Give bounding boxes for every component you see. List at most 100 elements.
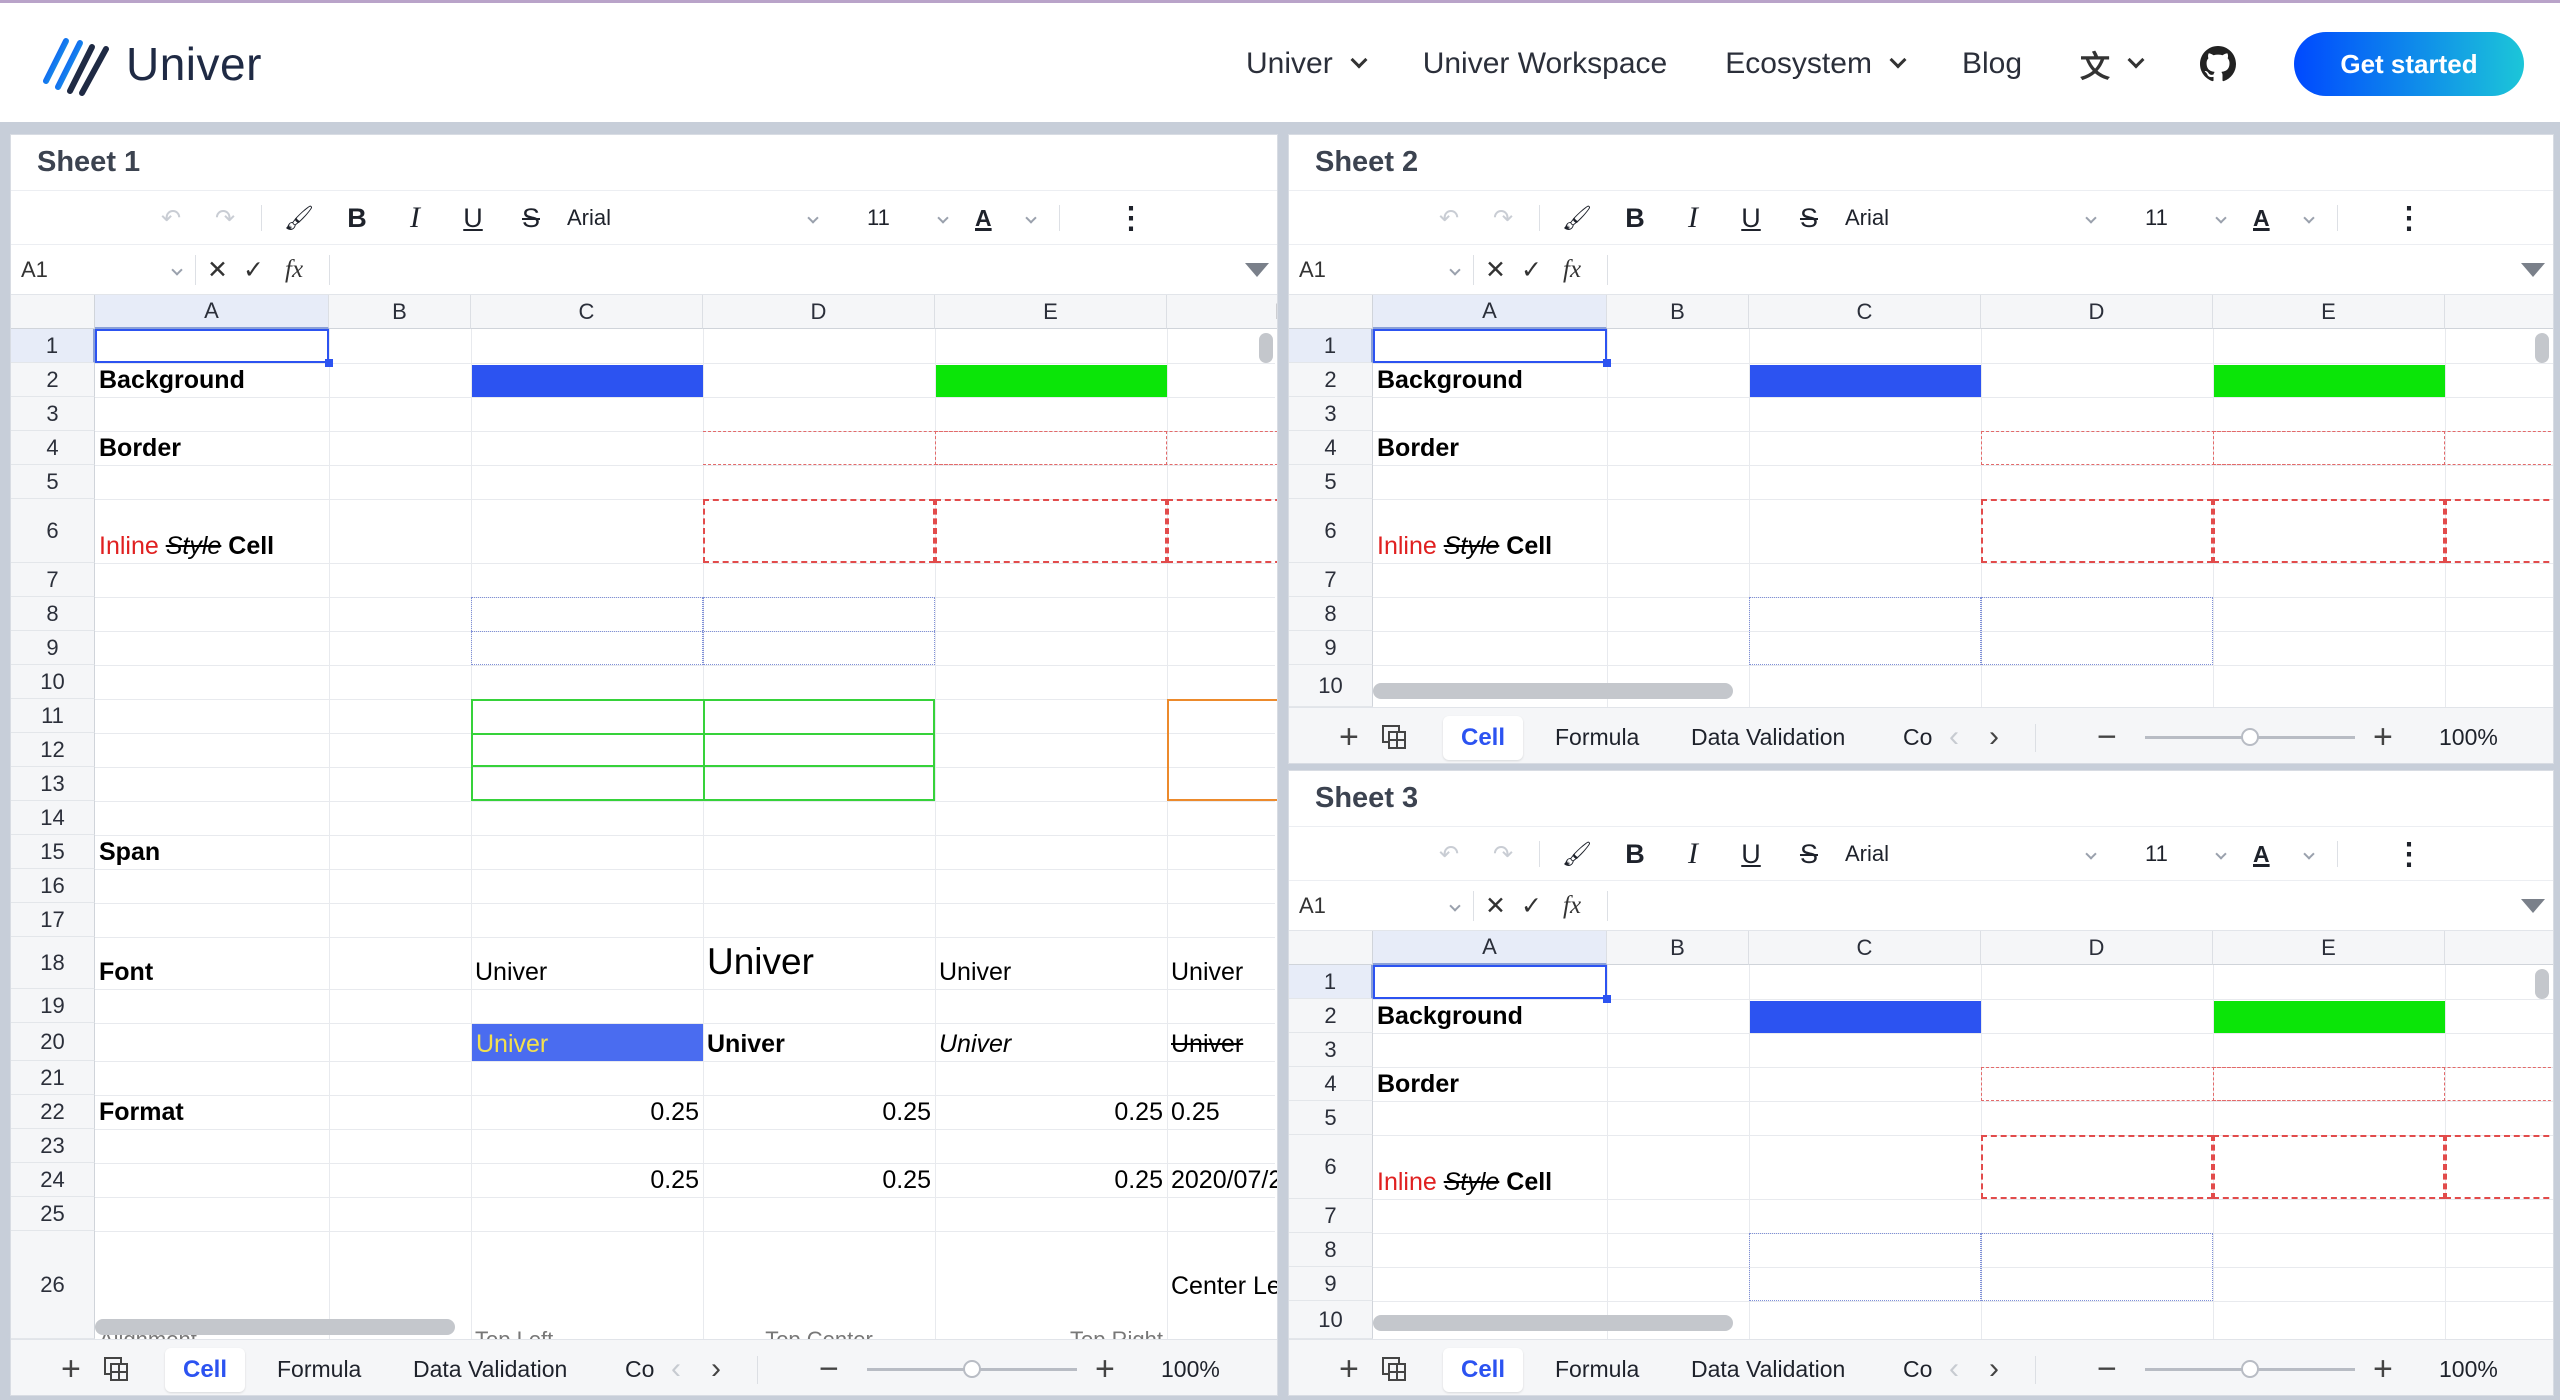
format-painter-icon[interactable]: 🖌 xyxy=(1557,827,1597,881)
sheet-grid[interactable]: A B C D E F 1 2 3 4 5 6 7 8 9 10 11 12 1… xyxy=(11,295,1277,1339)
row-header[interactable]: 6 xyxy=(1289,1135,1373,1199)
row-header[interactable]: 10 xyxy=(1289,665,1373,707)
tab-formula[interactable]: Formula xyxy=(1555,708,1639,763)
cell-d22[interactable]: 0.25 xyxy=(703,1095,935,1129)
green-fill-cell[interactable] xyxy=(2214,1001,2445,1033)
bold-icon[interactable]: B xyxy=(1615,827,1655,881)
row-header[interactable]: 4 xyxy=(1289,1067,1373,1101)
expand-formula-icon[interactable] xyxy=(2521,263,2545,277)
text-color-icon[interactable]: A xyxy=(975,191,1037,245)
function-icon[interactable]: fx xyxy=(1563,245,1581,295)
function-icon[interactable]: fx xyxy=(1563,881,1581,931)
undo-icon[interactable]: ↶ xyxy=(1429,827,1469,881)
row-header[interactable]: 5 xyxy=(1289,1101,1373,1135)
blue-fill-cell[interactable] xyxy=(1750,1001,1981,1033)
row-header[interactable]: 15 xyxy=(11,835,95,869)
font-size-select[interactable]: 11 xyxy=(2145,827,2227,881)
row-header[interactable]: 21 xyxy=(11,1061,95,1095)
row-header[interactable]: 14 xyxy=(11,801,95,835)
column-header-d[interactable]: D xyxy=(1981,931,2213,965)
scroll-tabs-right-icon[interactable]: › xyxy=(1989,1340,1999,1395)
expand-formula-icon[interactable] xyxy=(1245,263,1269,277)
green-fill-cell[interactable] xyxy=(2214,365,2445,397)
zoom-slider-knob[interactable] xyxy=(963,1360,981,1378)
vertical-scrollbar[interactable] xyxy=(2535,333,2549,363)
sheet-grid[interactable]: A B C D E F 1 2 3 4 5 6 7 8 9 10 xyxy=(1289,931,2553,1339)
row-header[interactable]: 22 xyxy=(11,1095,95,1129)
text-color-icon[interactable]: A xyxy=(2253,827,2315,881)
italic-icon[interactable]: I xyxy=(395,191,435,245)
cell-d27-partial[interactable]: Top Center xyxy=(703,1327,935,1339)
column-header-c[interactable]: C xyxy=(471,295,703,329)
row-header[interactable]: 1 xyxy=(1289,329,1373,363)
strikethrough-icon[interactable]: S xyxy=(1789,827,1829,881)
column-header-c[interactable]: C xyxy=(1749,295,1981,329)
row-header[interactable]: 4 xyxy=(1289,431,1373,465)
cell-c18[interactable]: Univer xyxy=(471,937,703,989)
row-header[interactable]: 13 xyxy=(11,767,95,801)
column-header-e[interactable]: E xyxy=(935,295,1167,329)
blue-fill-cell[interactable] xyxy=(472,365,703,397)
blue-fill-cell[interactable] xyxy=(1750,365,1981,397)
tab-cell[interactable]: Cell xyxy=(165,1348,245,1392)
function-icon[interactable]: fx xyxy=(285,245,303,295)
bold-icon[interactable]: B xyxy=(337,191,377,245)
cell-f26[interactable]: Center Le xyxy=(1167,1231,1277,1303)
cell-a4[interactable]: Border xyxy=(1373,1067,1607,1101)
row-header[interactable]: 8 xyxy=(1289,597,1373,631)
zoom-out-icon[interactable]: − xyxy=(2097,1340,2117,1395)
text-color-icon[interactable]: A xyxy=(2253,191,2315,245)
scroll-tabs-left-icon[interactable]: ‹ xyxy=(671,1340,681,1395)
column-header-d[interactable]: D xyxy=(703,295,935,329)
zoom-level[interactable]: 100% xyxy=(2439,1340,2498,1395)
cell-a4[interactable]: Border xyxy=(1373,431,1607,465)
cell-f20-strike[interactable]: Univer xyxy=(1167,1023,1277,1061)
cell-f22[interactable]: 0.25 xyxy=(1167,1095,1277,1129)
more-options-icon[interactable]: ⋮ xyxy=(2389,191,2429,245)
cell-reference-box[interactable]: A1 xyxy=(1299,245,1461,295)
redo-icon[interactable]: ↷ xyxy=(205,191,245,245)
sheet-list-icon[interactable] xyxy=(1381,1340,1407,1395)
row-header[interactable]: 16 xyxy=(11,869,95,903)
row-header[interactable]: 1 xyxy=(1289,965,1373,999)
tab-formula[interactable]: Formula xyxy=(277,1340,361,1395)
strikethrough-icon[interactable]: S xyxy=(511,191,551,245)
row-header[interactable]: 7 xyxy=(1289,563,1373,597)
tab-data-validation[interactable]: Data Validation xyxy=(413,1340,567,1395)
tab-co-partial[interactable]: Co xyxy=(1903,1340,1939,1395)
row-header[interactable]: 25 xyxy=(11,1197,95,1231)
column-header-f[interactable]: F xyxy=(1167,295,1277,329)
expand-formula-icon[interactable] xyxy=(2521,899,2545,913)
cell-a4[interactable]: Border xyxy=(95,431,329,465)
cancel-formula-icon[interactable]: ✕ xyxy=(1485,881,1506,931)
horizontal-scrollbar[interactable] xyxy=(1373,683,1733,699)
strikethrough-icon[interactable]: S xyxy=(1789,191,1829,245)
column-header-d[interactable]: D xyxy=(1981,295,2213,329)
more-options-icon[interactable]: ⋮ xyxy=(1111,191,1151,245)
underline-icon[interactable]: U xyxy=(1731,827,1771,881)
cell-a22[interactable]: Format xyxy=(95,1095,329,1129)
tab-data-validation[interactable]: Data Validation xyxy=(1691,708,1845,763)
bold-icon[interactable]: B xyxy=(1615,191,1655,245)
vertical-scrollbar[interactable] xyxy=(1259,333,1273,363)
redo-icon[interactable]: ↷ xyxy=(1483,827,1523,881)
green-fill-cell[interactable] xyxy=(936,365,1167,397)
row-header[interactable]: 26 xyxy=(11,1231,95,1339)
cell-e27-partial[interactable]: Top Right xyxy=(935,1327,1167,1339)
cell-e22[interactable]: 0.25 xyxy=(935,1095,1167,1129)
cell-a6-inline-style[interactable]: Inline Style Cell xyxy=(95,499,395,563)
font-family-select[interactable]: Arial xyxy=(1845,827,2105,881)
add-sheet-icon[interactable]: + xyxy=(1339,708,1359,763)
row-header[interactable]: 9 xyxy=(1289,1267,1373,1301)
italic-icon[interactable]: I xyxy=(1673,827,1713,881)
cell-reference-box[interactable]: A1 xyxy=(1299,881,1461,931)
cell-reference-box[interactable]: A1 xyxy=(21,245,183,295)
cell-c24[interactable]: 0.25 xyxy=(471,1163,703,1197)
column-header-f[interactable]: F xyxy=(2445,295,2553,329)
confirm-formula-icon[interactable]: ✓ xyxy=(1521,881,1542,931)
row-header[interactable]: 8 xyxy=(1289,1233,1373,1267)
cell-f18[interactable]: Univer xyxy=(1167,937,1277,989)
row-header[interactable]: 3 xyxy=(1289,397,1373,431)
language-switcher[interactable]: 文 xyxy=(2080,42,2145,86)
cell-d18-large[interactable]: Univer xyxy=(703,937,935,989)
